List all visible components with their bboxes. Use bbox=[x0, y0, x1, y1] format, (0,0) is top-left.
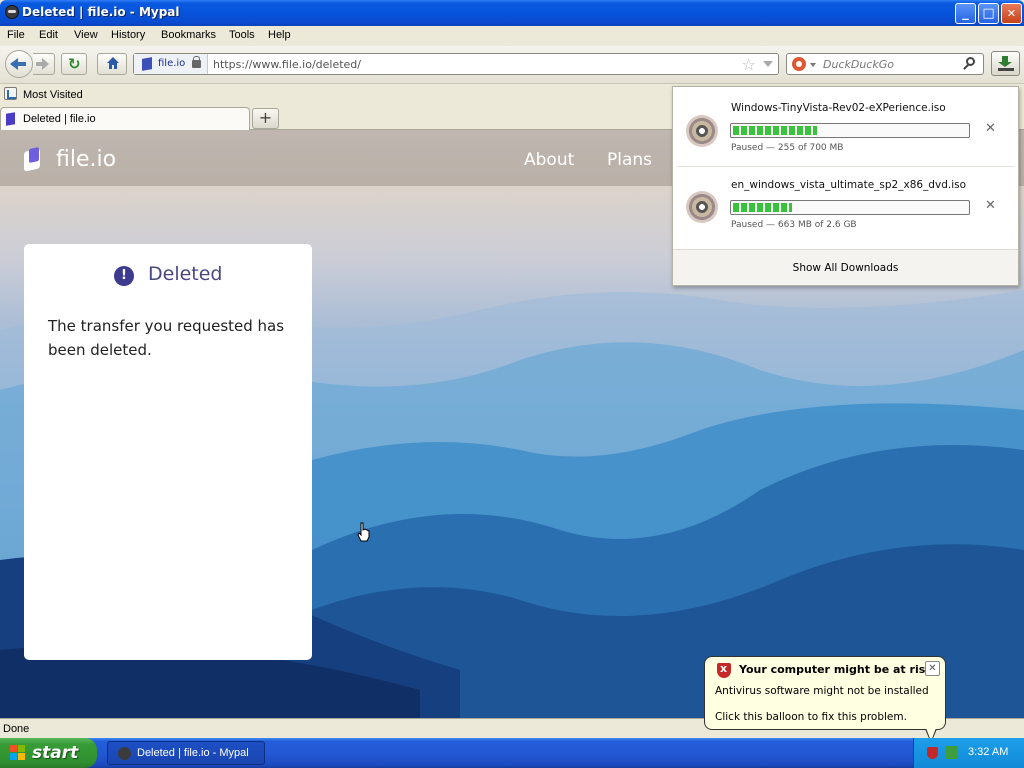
search-placeholder: DuckDuckGo bbox=[823, 58, 894, 71]
menu-tools[interactable]: Tools bbox=[229, 29, 255, 41]
identity-site-label: file.io bbox=[158, 58, 186, 69]
download-item[interactable]: Windows-TinyVista-Rev02-eXPerience.iso P… bbox=[673, 87, 1018, 164]
lock-icon bbox=[192, 56, 201, 68]
star-icon[interactable]: ☆ bbox=[742, 55, 756, 74]
security-shield-icon bbox=[717, 662, 731, 678]
close-button[interactable]: ✕ bbox=[1001, 3, 1022, 24]
disc-icon bbox=[686, 191, 718, 223]
site-logo-text[interactable]: file.io bbox=[56, 147, 116, 172]
window-title: Deleted | file.io - Mypal bbox=[22, 5, 180, 19]
mypal-icon bbox=[118, 747, 131, 760]
download-progress-bar bbox=[730, 123, 970, 138]
security-balloon[interactable]: Your computer might be at risk ✕ Antivir… bbox=[704, 656, 946, 743]
windows-logo-icon bbox=[10, 745, 26, 761]
title-bar[interactable]: Deleted | file.io - Mypal _ □ ✕ bbox=[0, 0, 1024, 26]
download-icon bbox=[998, 56, 1012, 67]
mypal-icon bbox=[5, 5, 19, 19]
download-status: Paused — 663 MB of 2.6 GB bbox=[731, 220, 857, 230]
download-filename: Windows-TinyVista-Rev02-eXPerience.iso bbox=[731, 102, 946, 114]
taskbar-window-button[interactable]: Deleted | file.io - Mypal bbox=[107, 741, 265, 765]
file-io-favicon bbox=[142, 57, 152, 71]
menu-edit[interactable]: Edit bbox=[39, 29, 58, 41]
show-all-downloads-button[interactable]: Show All Downloads bbox=[673, 249, 1018, 285]
navigation-toolbar: ↻ file.io https://www.file.io/deleted/ ☆… bbox=[0, 46, 1024, 84]
maximize-button[interactable]: □ bbox=[978, 3, 999, 24]
remove-download-button[interactable]: ✕ bbox=[985, 198, 996, 213]
url-dropdown-icon[interactable] bbox=[763, 61, 773, 67]
back-button[interactable] bbox=[5, 50, 33, 78]
balloon-message: Antivirus software might not be installe… bbox=[715, 685, 929, 697]
minimize-button[interactable]: _ bbox=[955, 3, 976, 24]
hand-cursor-icon bbox=[357, 522, 371, 542]
search-engine-dropdown-icon[interactable] bbox=[810, 63, 816, 67]
file-io-favicon bbox=[6, 112, 15, 126]
forward-button[interactable] bbox=[33, 53, 55, 75]
taskbar-window-label: Deleted | file.io - Mypal bbox=[137, 747, 249, 759]
progress-fill bbox=[733, 203, 792, 212]
card-heading: Deleted bbox=[148, 263, 223, 285]
security-shield-icon[interactable] bbox=[927, 747, 938, 759]
card-message: The transfer you requested has been dele… bbox=[48, 317, 285, 359]
balloon-close-button[interactable]: ✕ bbox=[925, 661, 940, 676]
home-button[interactable] bbox=[97, 53, 127, 75]
disc-icon bbox=[686, 115, 718, 147]
tab-deleted-file-io[interactable]: Deleted | file.io bbox=[0, 107, 250, 130]
system-tray: 3:32 AM bbox=[913, 738, 1024, 768]
deleted-card: ! Deleted The transfer you requested has… bbox=[24, 244, 312, 660]
downloads-button[interactable] bbox=[991, 51, 1020, 76]
taskbar: start Deleted | file.io - Mypal 3:32 AM bbox=[0, 738, 1024, 768]
tab-label: Deleted | file.io bbox=[23, 113, 96, 125]
download-item[interactable]: en_windows_vista_ultimate_sp2_x86_dvd.is… bbox=[673, 165, 1018, 242]
menu-view[interactable]: View bbox=[74, 29, 98, 41]
reload-icon: ↻ bbox=[68, 55, 81, 73]
search-bar[interactable]: DuckDuckGo bbox=[786, 53, 984, 75]
new-tab-button[interactable]: + bbox=[252, 108, 279, 129]
bookmark-most-visited[interactable]: Most Visited bbox=[23, 89, 83, 101]
downloads-panel: Windows-TinyVista-Rev02-eXPerience.iso P… bbox=[672, 86, 1019, 286]
progress-fill bbox=[733, 126, 817, 135]
address-bar[interactable]: file.io https://www.file.io/deleted/ ☆ bbox=[133, 53, 779, 75]
alert-icon: ! bbox=[114, 266, 134, 286]
most-visited-icon bbox=[4, 87, 17, 100]
clock[interactable]: 3:32 AM bbox=[968, 746, 1008, 758]
menu-bar: File Edit View History Bookmarks Tools H… bbox=[0, 26, 1024, 46]
home-icon bbox=[106, 56, 120, 70]
download-progress-bar bbox=[730, 200, 970, 215]
nav-link-plans[interactable]: Plans bbox=[607, 150, 652, 170]
network-icon[interactable] bbox=[945, 746, 958, 759]
download-filename: en_windows_vista_ultimate_sp2_x86_dvd.is… bbox=[731, 179, 967, 191]
menu-history[interactable]: History bbox=[111, 29, 145, 41]
duckduckgo-icon[interactable] bbox=[792, 57, 806, 71]
status-text: Done bbox=[3, 723, 30, 735]
remove-download-button[interactable]: ✕ bbox=[985, 121, 996, 136]
reload-button[interactable]: ↻ bbox=[61, 53, 87, 75]
menu-help[interactable]: Help bbox=[268, 29, 291, 41]
balloon-action-text: Click this balloon to fix this problem. bbox=[715, 711, 907, 723]
start-label: start bbox=[32, 743, 79, 763]
url-text[interactable]: https://www.file.io/deleted/ bbox=[213, 58, 361, 71]
site-identity-button[interactable]: file.io bbox=[134, 54, 208, 74]
file-io-logo-icon[interactable] bbox=[24, 146, 46, 172]
menu-bookmarks[interactable]: Bookmarks bbox=[161, 29, 216, 41]
start-button[interactable]: start bbox=[0, 738, 97, 768]
magnifier-icon[interactable] bbox=[966, 57, 975, 66]
nav-link-about[interactable]: About bbox=[524, 150, 574, 170]
download-status: Paused — 255 of 700 MB bbox=[731, 143, 844, 153]
download-tray-icon bbox=[998, 68, 1014, 71]
balloon-title: Your computer might be at risk bbox=[739, 663, 933, 676]
menu-file[interactable]: File bbox=[7, 29, 25, 41]
